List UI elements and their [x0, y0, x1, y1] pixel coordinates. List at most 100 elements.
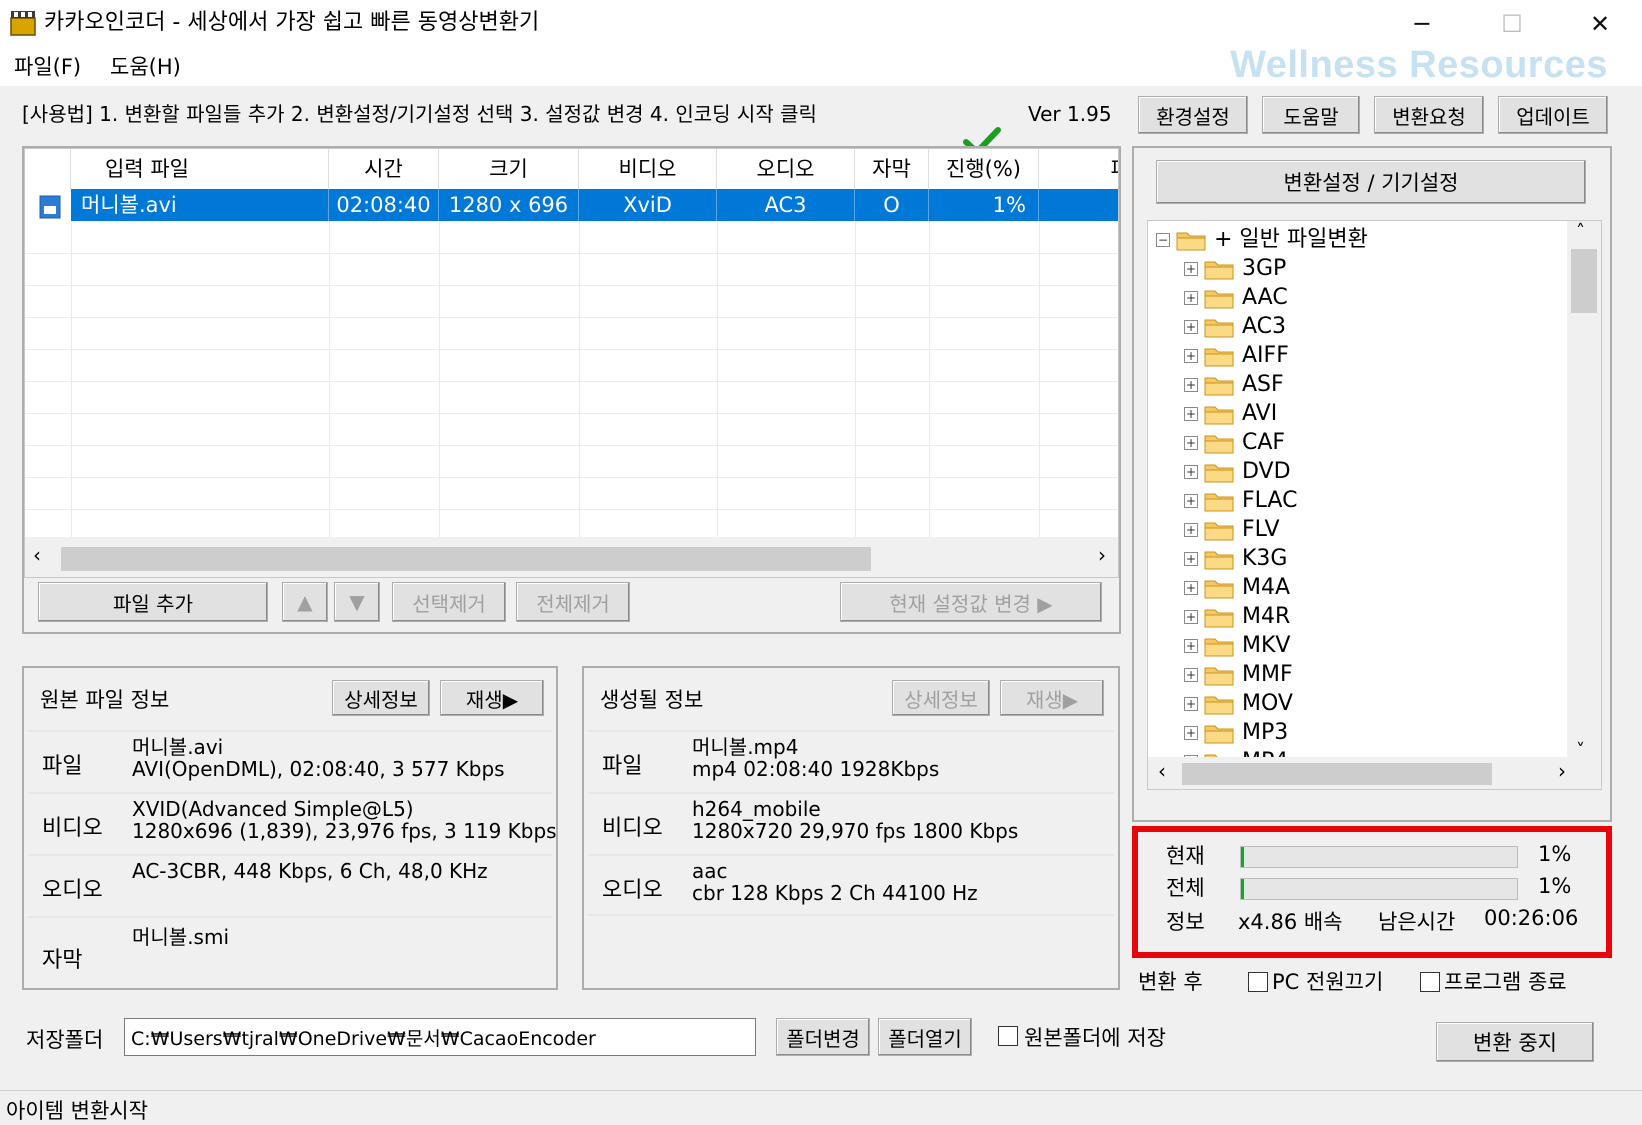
tree-item[interactable]: + AIFF [1184, 341, 1289, 370]
update-button[interactable]: 업데이트 [1498, 96, 1608, 134]
tree-item[interactable]: + AAC [1184, 283, 1288, 312]
expand-icon[interactable]: + [1184, 725, 1198, 740]
expand-icon[interactable]: + [1184, 348, 1198, 363]
tree-item[interactable]: + K3G [1184, 544, 1287, 573]
folder-icon [1204, 319, 1234, 337]
source-play-button[interactable]: 재생▶ [440, 680, 544, 716]
scroll-left-icon[interactable]: ‹ [33, 543, 41, 567]
pc-off-label[interactable]: PC 전원끄기 [1272, 966, 1383, 996]
scroll-thumb[interactable] [1182, 763, 1492, 785]
tree-item[interactable]: + AC3 [1184, 312, 1286, 341]
column-size[interactable]: 크기 [439, 149, 579, 189]
scroll-right-icon[interactable]: › [1098, 543, 1106, 567]
expand-icon[interactable]: + [1184, 609, 1198, 624]
expand-icon[interactable]: + [1184, 377, 1198, 392]
expand-icon[interactable]: + [1184, 319, 1198, 334]
tree-item-label: MP3 [1242, 720, 1289, 745]
expand-icon[interactable]: + [1184, 696, 1198, 711]
cell-video: XviD [579, 189, 717, 221]
stop-conversion-button[interactable]: 변환 중지 [1436, 1022, 1594, 1062]
exit-checkbox[interactable] [1420, 972, 1440, 992]
scroll-up-icon[interactable]: ˄ [1576, 221, 1585, 242]
column-subtitle[interactable]: 자막 [855, 149, 929, 189]
move-up-button[interactable]: ▲ [282, 582, 328, 622]
output-video-codec: h264_mobile [692, 797, 821, 821]
remove-selected-button[interactable]: 선택제거 [392, 582, 506, 622]
remove-all-button[interactable]: 전체제거 [516, 582, 630, 622]
column-partial[interactable]: 파 [1039, 149, 1118, 189]
expand-icon[interactable]: + [1184, 522, 1198, 537]
expand-icon[interactable]: + [1184, 638, 1198, 653]
output-audio-meta: cbr 128 Kbps 2 Ch 44100 Hz [692, 881, 978, 905]
tree-item[interactable]: + M4A [1184, 573, 1290, 602]
output-detail-button[interactable]: 상세정보 [892, 680, 990, 716]
collapse-icon[interactable]: − [1156, 232, 1170, 247]
expand-icon[interactable]: + [1184, 580, 1198, 595]
column-input-file[interactable]: 입력 파일 [71, 149, 329, 189]
close-button[interactable]: ✕ [1570, 0, 1630, 48]
tree-item[interactable]: + MMF [1184, 660, 1293, 689]
table-row[interactable]: 머니볼.avi 02:08:40 1280 x 696 XviD AC3 O 1… [71, 189, 1118, 221]
format-tree[interactable]: − + 일반 파일변환 +3GP + AAC + AC3 + AIFF + ASF + AVI + CA… [1147, 220, 1602, 790]
tree-item[interactable]: + AVI [1184, 399, 1277, 428]
expand-icon[interactable]: + [1184, 667, 1198, 682]
tree-item[interactable]: + FLV [1184, 515, 1280, 544]
tree-hscrollbar[interactable]: ‹ › [1148, 757, 1601, 789]
expand-icon[interactable]: + [1184, 464, 1198, 479]
original-folder-label[interactable]: 원본폴더에 저장 [1024, 1022, 1166, 1052]
tree-item[interactable]: + MOV [1184, 689, 1293, 718]
file-list-hscrollbar[interactable]: ‹ › [25, 537, 1118, 577]
env-settings-button[interactable]: 환경설정 [1138, 96, 1248, 134]
expand-icon[interactable]: + [1184, 406, 1198, 421]
exit-label[interactable]: 프로그램 종료 [1444, 966, 1567, 996]
tree-item[interactable]: + M4R [1184, 602, 1290, 631]
add-file-button[interactable]: 파일 추가 [38, 582, 268, 622]
change-settings-button[interactable]: 현재 설정값 변경 ▶ [840, 582, 1102, 622]
help-button[interactable]: 도움말 [1262, 96, 1360, 134]
tree-item-label: FLV [1242, 517, 1280, 542]
expand-icon[interactable]: + [1184, 551, 1198, 566]
scroll-thumb[interactable] [61, 547, 871, 571]
expand-icon[interactable]: + [1184, 261, 1198, 276]
scroll-thumb[interactable] [1571, 249, 1597, 313]
expand-icon[interactable]: + [1184, 493, 1198, 508]
tree-item[interactable]: + FLAC [1184, 486, 1297, 515]
tree-item[interactable]: +3GP [1184, 254, 1286, 283]
settings-device-button[interactable]: 변환설정 / 기기설정 [1156, 160, 1586, 204]
column-time[interactable]: 시간 [329, 149, 439, 189]
tree-root-label: + 일반 파일변환 [1214, 227, 1368, 252]
column-video[interactable]: 비디오 [579, 149, 717, 189]
column-progress[interactable]: 진행(%) [929, 149, 1039, 189]
minimize-button[interactable]: ─ [1392, 0, 1452, 48]
scroll-right-icon[interactable]: › [1558, 759, 1566, 783]
move-down-button[interactable]: ▼ [334, 582, 380, 622]
source-detail-button[interactable]: 상세정보 [332, 680, 430, 716]
save-folder-input[interactable] [124, 1018, 756, 1056]
menu-help[interactable]: 도움(H) [110, 52, 181, 82]
expand-icon[interactable]: + [1184, 435, 1198, 450]
tree-item[interactable]: + MKV [1184, 631, 1290, 660]
column-audio[interactable]: 오디오 [717, 149, 855, 189]
change-folder-button[interactable]: 폴더변경 [776, 1018, 870, 1056]
request-button[interactable]: 변환요청 [1374, 96, 1484, 134]
open-folder-button[interactable]: 폴더열기 [878, 1018, 972, 1056]
tree-item[interactable]: + ASF [1184, 370, 1284, 399]
tree-item[interactable]: + CAF [1184, 428, 1285, 457]
source-audio-row: 오디오 AC-3CBR, 448 Kbps, 6 Ch, 48,0 KHz [28, 854, 552, 916]
tree-item[interactable]: + DVD [1184, 457, 1291, 486]
tree-vscrollbar[interactable]: ˄ ˅ [1567, 221, 1601, 761]
menu-file[interactable]: 파일(F) [14, 52, 81, 82]
expand-icon[interactable]: + [1184, 290, 1198, 305]
pc-off-checkbox[interactable] [1248, 972, 1268, 992]
usage-instructions: [사용법] 1. 변환할 파일들 추가 2. 변환설정/기기설정 선택 3. 설… [22, 102, 817, 126]
output-info-title: 생성될 정보 [600, 688, 704, 712]
folder-icon [1204, 290, 1234, 308]
tree-item[interactable]: + MP3 [1184, 718, 1288, 747]
file-list[interactable]: 입력 파일 시간 크기 비디오 오디오 자막 진행(%) 파 머니볼.avi 0… [24, 148, 1119, 578]
output-play-button[interactable]: 재생▶ [1000, 680, 1104, 716]
scroll-left-icon[interactable]: ‹ [1158, 759, 1166, 783]
tree-item-label: DVD [1242, 459, 1291, 484]
maximize-button[interactable]: ☐ [1482, 0, 1542, 48]
tree-root[interactable]: − + 일반 파일변환 [1156, 225, 1368, 254]
original-folder-checkbox[interactable] [998, 1026, 1018, 1046]
